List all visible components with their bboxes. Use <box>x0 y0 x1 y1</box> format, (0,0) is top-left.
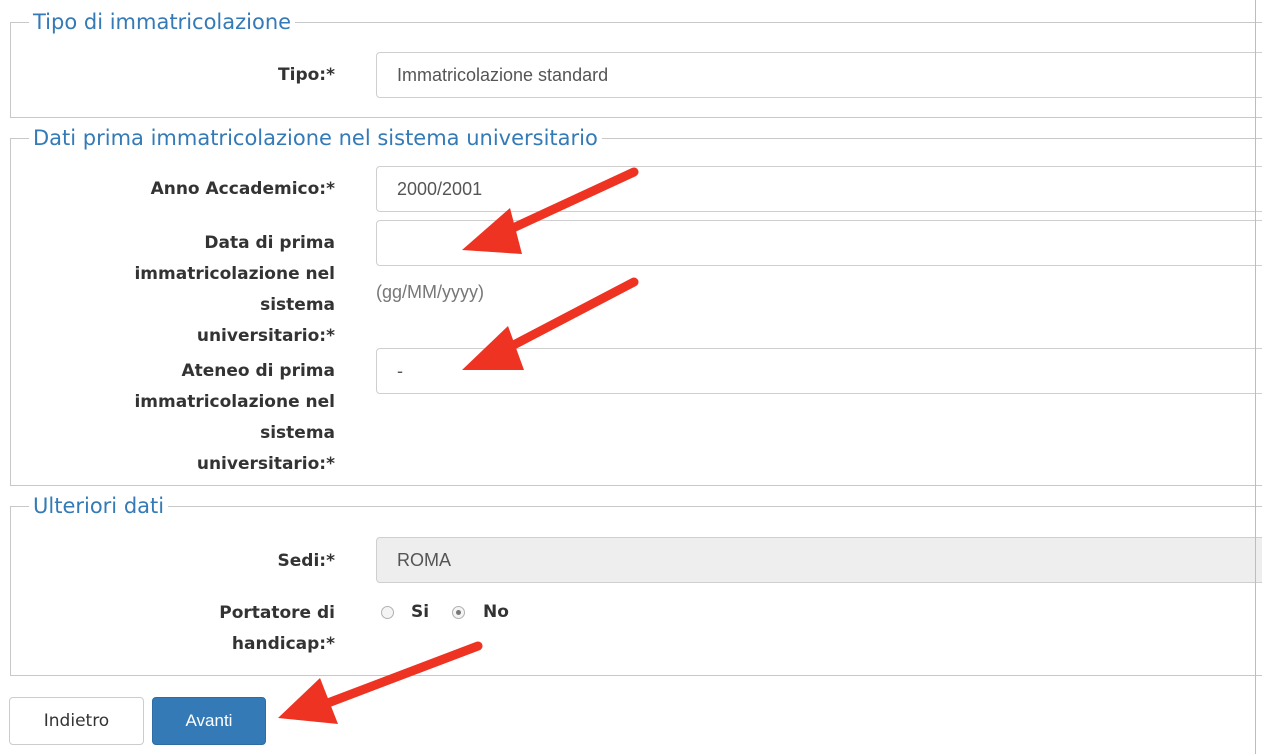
annotation-arrows <box>278 167 639 724</box>
arrow-icon-ateneo <box>462 277 639 370</box>
arrow-icon-avanti <box>278 641 483 724</box>
arrow-icon-date <box>462 167 639 254</box>
